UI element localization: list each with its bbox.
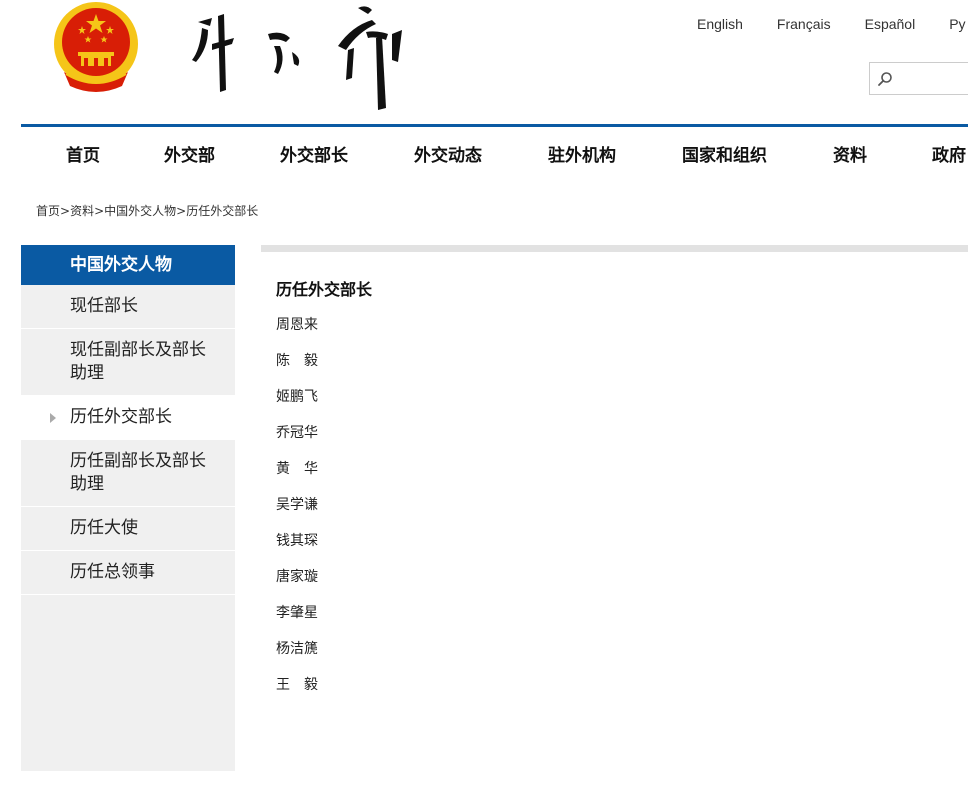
minister-link[interactable]: 乔冠华 [276,425,318,441]
minister-link[interactable]: 周恩来 [276,317,318,333]
list-item: 王 毅 [276,674,318,710]
breadcrumb-home-link[interactable]: 首页 [36,204,60,218]
list-item: 姬鹏飞 [276,386,318,422]
breadcrumb-current: 历任外交部长 [186,204,259,218]
breadcrumb-separator: > [176,204,187,218]
language-spanish-link[interactable]: Español [865,16,916,32]
nav-item-countries-orgs[interactable]: 国家和组织 [682,141,767,166]
minister-link[interactable]: 黄 华 [276,461,318,477]
language-french-link[interactable]: Français [777,16,831,32]
sidebar: 中国外交人物 现任部长 现任副部长及部长助理 历任外交部长 历任副部长及部长助理… [21,245,235,771]
sidebar-item-former-consuls-general[interactable]: 历任总领事 [21,551,235,595]
breadcrumb-resources-link[interactable]: 资料 [70,204,94,218]
language-english-link[interactable]: English [697,16,743,32]
sidebar-item-label: 历任外交部长 [70,407,172,427]
minister-link[interactable]: 杨洁篪 [276,641,318,657]
sidebar-item-label: 历任副部长及部长助理 [70,451,206,494]
ministry-calligraphy-logo[interactable] [182,0,412,112]
breadcrumb-separator: > [94,204,105,218]
language-switcher: English Français Español Ру [697,16,968,32]
nav-item-foreign-minister[interactable]: 外交部长 [280,141,348,166]
national-emblem-logo[interactable] [52,0,140,92]
list-item: 钱其琛 [276,530,318,566]
page-title: 历任外交部长 [276,280,373,299]
caret-right-icon [50,412,56,423]
list-item: 吴学谦 [276,494,318,530]
content-top-divider [261,245,968,252]
list-item: 杨洁篪 [276,638,318,674]
list-item: 陈 毅 [276,350,318,386]
sidebar-item-current-vice-ministers[interactable]: 现任副部长及部长助理 [21,329,235,396]
nav-item-government[interactable]: 政府 [932,141,966,166]
main-nav: 首页 外交部 外交部长 外交动态 驻外机构 国家和组织 资料 政府 [21,127,968,177]
breadcrumb-separator: > [60,204,71,218]
list-item: 黄 华 [276,458,318,494]
sidebar-item-former-vice-ministers[interactable]: 历任副部长及部长助理 [21,440,235,507]
list-item: 周恩来 [276,314,318,350]
minister-link[interactable]: 陈 毅 [276,353,318,369]
sidebar-title: 中国外交人物 [21,245,235,285]
nav-item-resources[interactable]: 资料 [833,141,867,166]
sidebar-item-current-minister[interactable]: 现任部长 [21,285,235,329]
sidebar-item-label: 历任总领事 [70,562,155,582]
search-box [869,62,968,95]
language-russian-link[interactable]: Ру [949,16,965,32]
minister-link[interactable]: 唐家璇 [276,569,318,585]
minister-link[interactable]: 李肇星 [276,605,318,621]
minister-link[interactable]: 姬鹏飞 [276,389,318,405]
sidebar-item-label: 历任大使 [70,518,138,538]
list-item: 乔冠华 [276,422,318,458]
sidebar-item-former-ministers[interactable]: 历任外交部长 [21,396,235,440]
sidebar-item-label: 现任副部长及部长助理 [70,340,206,383]
sidebar-item-former-ambassadors[interactable]: 历任大使 [21,507,235,551]
nav-item-missions-abroad[interactable]: 驻外机构 [548,141,616,166]
sidebar-item-label: 现任部长 [70,296,138,316]
list-item: 李肇星 [276,602,318,638]
minister-link[interactable]: 吴学谦 [276,497,318,513]
minister-link[interactable]: 王 毅 [276,677,318,693]
breadcrumb-diplomats-link[interactable]: 中国外交人物 [104,204,176,218]
search-icon[interactable] [877,71,893,87]
nav-item-diplomatic-news[interactable]: 外交动态 [414,141,482,166]
minister-link[interactable]: 钱其琛 [276,533,318,549]
nav-item-home[interactable]: 首页 [66,141,100,166]
minister-list: 周恩来 陈 毅 姬鹏飞 乔冠华 黄 华 吴学谦 钱其琛 唐家璇 李肇星 杨洁篪 … [276,314,318,710]
search-input[interactable] [898,67,968,91]
nav-item-ministry[interactable]: 外交部 [164,141,215,166]
list-item: 唐家璇 [276,566,318,602]
breadcrumb: 首页>资料>中国外交人物>历任外交部长 [36,202,258,219]
